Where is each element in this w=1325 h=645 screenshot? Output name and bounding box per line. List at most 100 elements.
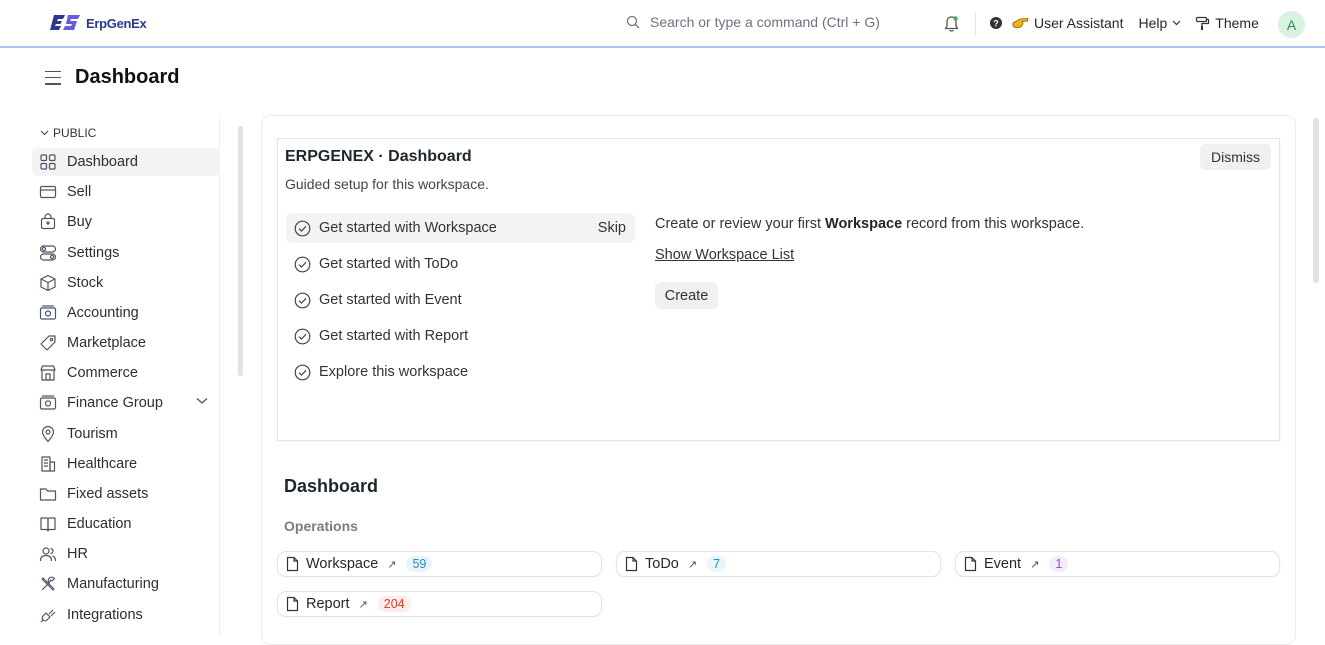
store-icon bbox=[40, 365, 56, 381]
sidebar-item-label: Stock bbox=[67, 275, 104, 291]
sidebar-item-label: Manufacturing bbox=[67, 576, 159, 592]
sidebar-item-settings[interactable]: Settings bbox=[32, 239, 220, 267]
building-icon bbox=[41, 456, 56, 472]
sidebar-item-education[interactable]: Education bbox=[32, 510, 220, 538]
operations-heading: Operations bbox=[284, 518, 358, 534]
book-icon bbox=[40, 517, 56, 532]
onboarding-step[interactable]: Get started with Event bbox=[286, 285, 635, 315]
sidebar-item-finance-group[interactable]: Finance Group bbox=[32, 389, 220, 417]
sidebar-item-integrations[interactable]: Integrations bbox=[32, 601, 220, 629]
sidebar-item-buy[interactable]: Buy bbox=[32, 208, 220, 236]
page-scrollbar[interactable] bbox=[1313, 118, 1319, 283]
arrow-up-right-icon: ↗ bbox=[358, 598, 368, 611]
user-assistant-label: User Assistant bbox=[1034, 15, 1124, 31]
users-icon bbox=[39, 547, 57, 562]
chevron-down-icon[interactable] bbox=[196, 397, 208, 405]
skip-button[interactable]: Skip bbox=[598, 220, 626, 236]
create-button[interactable]: Create bbox=[655, 282, 718, 309]
shortcut-card-workspace[interactable]: Workspace ↗ 59 bbox=[277, 551, 602, 577]
sidebar: PUBLIC Dashboard Sell Buy Settings Stock Acco… bbox=[30, 118, 220, 637]
sidebar-item-label: Commerce bbox=[67, 365, 138, 381]
paint-roller-icon bbox=[1196, 16, 1210, 30]
money-icon bbox=[39, 305, 57, 320]
onboarding-step-label: Get started with Report bbox=[319, 328, 469, 344]
shortcut-card-todo[interactable]: ToDo ↗ 7 bbox=[616, 551, 941, 577]
shortcut-count-badge: 1 bbox=[1049, 556, 1069, 572]
check-circle-icon bbox=[294, 328, 311, 344]
bag-icon bbox=[40, 213, 56, 230]
onboarding-step-label: Get started with ToDo bbox=[319, 256, 459, 272]
help-menu[interactable]: Help bbox=[1138, 15, 1181, 31]
notification-bell-icon[interactable] bbox=[943, 15, 960, 33]
search-icon bbox=[626, 15, 640, 29]
arrow-up-right-icon: ↗ bbox=[387, 558, 397, 571]
show-workspace-list-link[interactable]: Show Workspace List bbox=[655, 247, 794, 263]
brand-logo[interactable]: ErpGenEx bbox=[50, 12, 147, 34]
theme-label: Theme bbox=[1215, 15, 1259, 31]
check-circle-icon bbox=[294, 256, 311, 272]
document-icon bbox=[286, 556, 299, 572]
sidebar-group-public[interactable]: PUBLIC bbox=[40, 126, 96, 140]
logo-mark-icon bbox=[50, 15, 80, 30]
sidebar-item-label: Accounting bbox=[67, 305, 139, 321]
onboarding-widget: ERPGENEX · Dashboard Guided setup for th… bbox=[277, 138, 1280, 441]
check-circle-icon bbox=[294, 364, 311, 380]
sidebar-item-dashboard[interactable]: Dashboard bbox=[32, 148, 220, 176]
theme-button[interactable]: Theme bbox=[1195, 15, 1259, 31]
onboarding-step[interactable]: Get started with Report bbox=[286, 321, 635, 351]
sidebar-group-label: PUBLIC bbox=[53, 126, 97, 140]
sidebar-item-fixed-assets[interactable]: Fixed assets bbox=[32, 480, 220, 508]
shortcut-card-report[interactable]: Report ↗ 204 bbox=[277, 591, 602, 617]
sidebar-item-sell[interactable]: Sell bbox=[32, 178, 220, 206]
help-circle-icon[interactable]: ? bbox=[989, 16, 1003, 30]
dismiss-button[interactable]: Dismiss bbox=[1200, 144, 1271, 170]
svg-text:?: ? bbox=[993, 19, 999, 29]
sidebar-item-label: Tourism bbox=[67, 426, 118, 442]
card-icon bbox=[39, 185, 57, 199]
user-avatar[interactable]: A bbox=[1278, 11, 1305, 38]
money-icon bbox=[39, 395, 57, 410]
user-assistant-button[interactable]: User Assistant bbox=[1012, 15, 1123, 31]
tag-icon bbox=[40, 335, 56, 351]
plug-icon bbox=[40, 609, 56, 623]
sidebar-item-healthcare[interactable]: Healthcare bbox=[32, 450, 220, 478]
shortcut-count-badge: 204 bbox=[377, 596, 411, 612]
search-bar[interactable]: Search or type a command (Ctrl + G) bbox=[626, 14, 880, 30]
onboarding-step[interactable]: Get started with ToDo bbox=[286, 249, 635, 279]
sidebar-item-label: Marketplace bbox=[67, 335, 146, 351]
pin-icon bbox=[41, 425, 55, 443]
sidebar-item-hr[interactable]: HR bbox=[32, 540, 220, 568]
sidebar-item-stock[interactable]: Stock bbox=[32, 269, 220, 297]
sidebar-item-label: HR bbox=[67, 546, 88, 562]
shortcut-card-event[interactable]: Event ↗ 1 bbox=[955, 551, 1280, 577]
menu-toggle-icon[interactable] bbox=[45, 70, 61, 85]
onboarding-step[interactable]: Explore this workspace bbox=[286, 357, 635, 387]
sidebar-item-manufacturing[interactable]: Manufacturing bbox=[32, 570, 220, 598]
sidebar-item-accounting[interactable]: Accounting bbox=[32, 299, 220, 327]
sidebar-item-label: Buy bbox=[67, 214, 92, 230]
brand-name: ErpGenEx bbox=[86, 15, 147, 31]
sidebar-item-commerce[interactable]: Commerce bbox=[32, 359, 220, 387]
sidebar-item-tourism[interactable]: Tourism bbox=[32, 420, 220, 448]
folder-icon bbox=[39, 488, 57, 501]
chevron-down-icon bbox=[40, 130, 49, 136]
onboarding-subtitle: Guided setup for this workspace. bbox=[285, 176, 489, 192]
document-icon bbox=[286, 596, 299, 612]
onboarding-step[interactable]: Get started with Workspace Skip bbox=[286, 213, 635, 243]
step-description-text: Create or review your first bbox=[655, 216, 826, 232]
sidebar-item-label: Dashboard bbox=[67, 154, 138, 170]
page-title: Dashboard bbox=[75, 66, 180, 88]
sidebar-item-marketplace[interactable]: Marketplace bbox=[32, 329, 220, 357]
dashboard-section-title: Dashboard bbox=[284, 476, 379, 496]
tools-icon bbox=[41, 576, 56, 591]
chevron-down-icon bbox=[1172, 20, 1181, 26]
navbar-actions: ? User Assistant Help Theme bbox=[989, 15, 1259, 31]
sidebar-item-label: Settings bbox=[67, 245, 120, 261]
sidebar-scrollbar[interactable] bbox=[238, 126, 243, 376]
onboarding-step-label: Get started with Event bbox=[319, 292, 462, 308]
sidebar-item-label: Education bbox=[67, 516, 132, 532]
onboarding-title: ERPGENEX · Dashboard bbox=[285, 148, 472, 165]
sidebar-item-label: Sell bbox=[67, 184, 92, 200]
sidebar-item-label: Healthcare bbox=[67, 456, 138, 472]
grid-icon bbox=[40, 154, 56, 170]
